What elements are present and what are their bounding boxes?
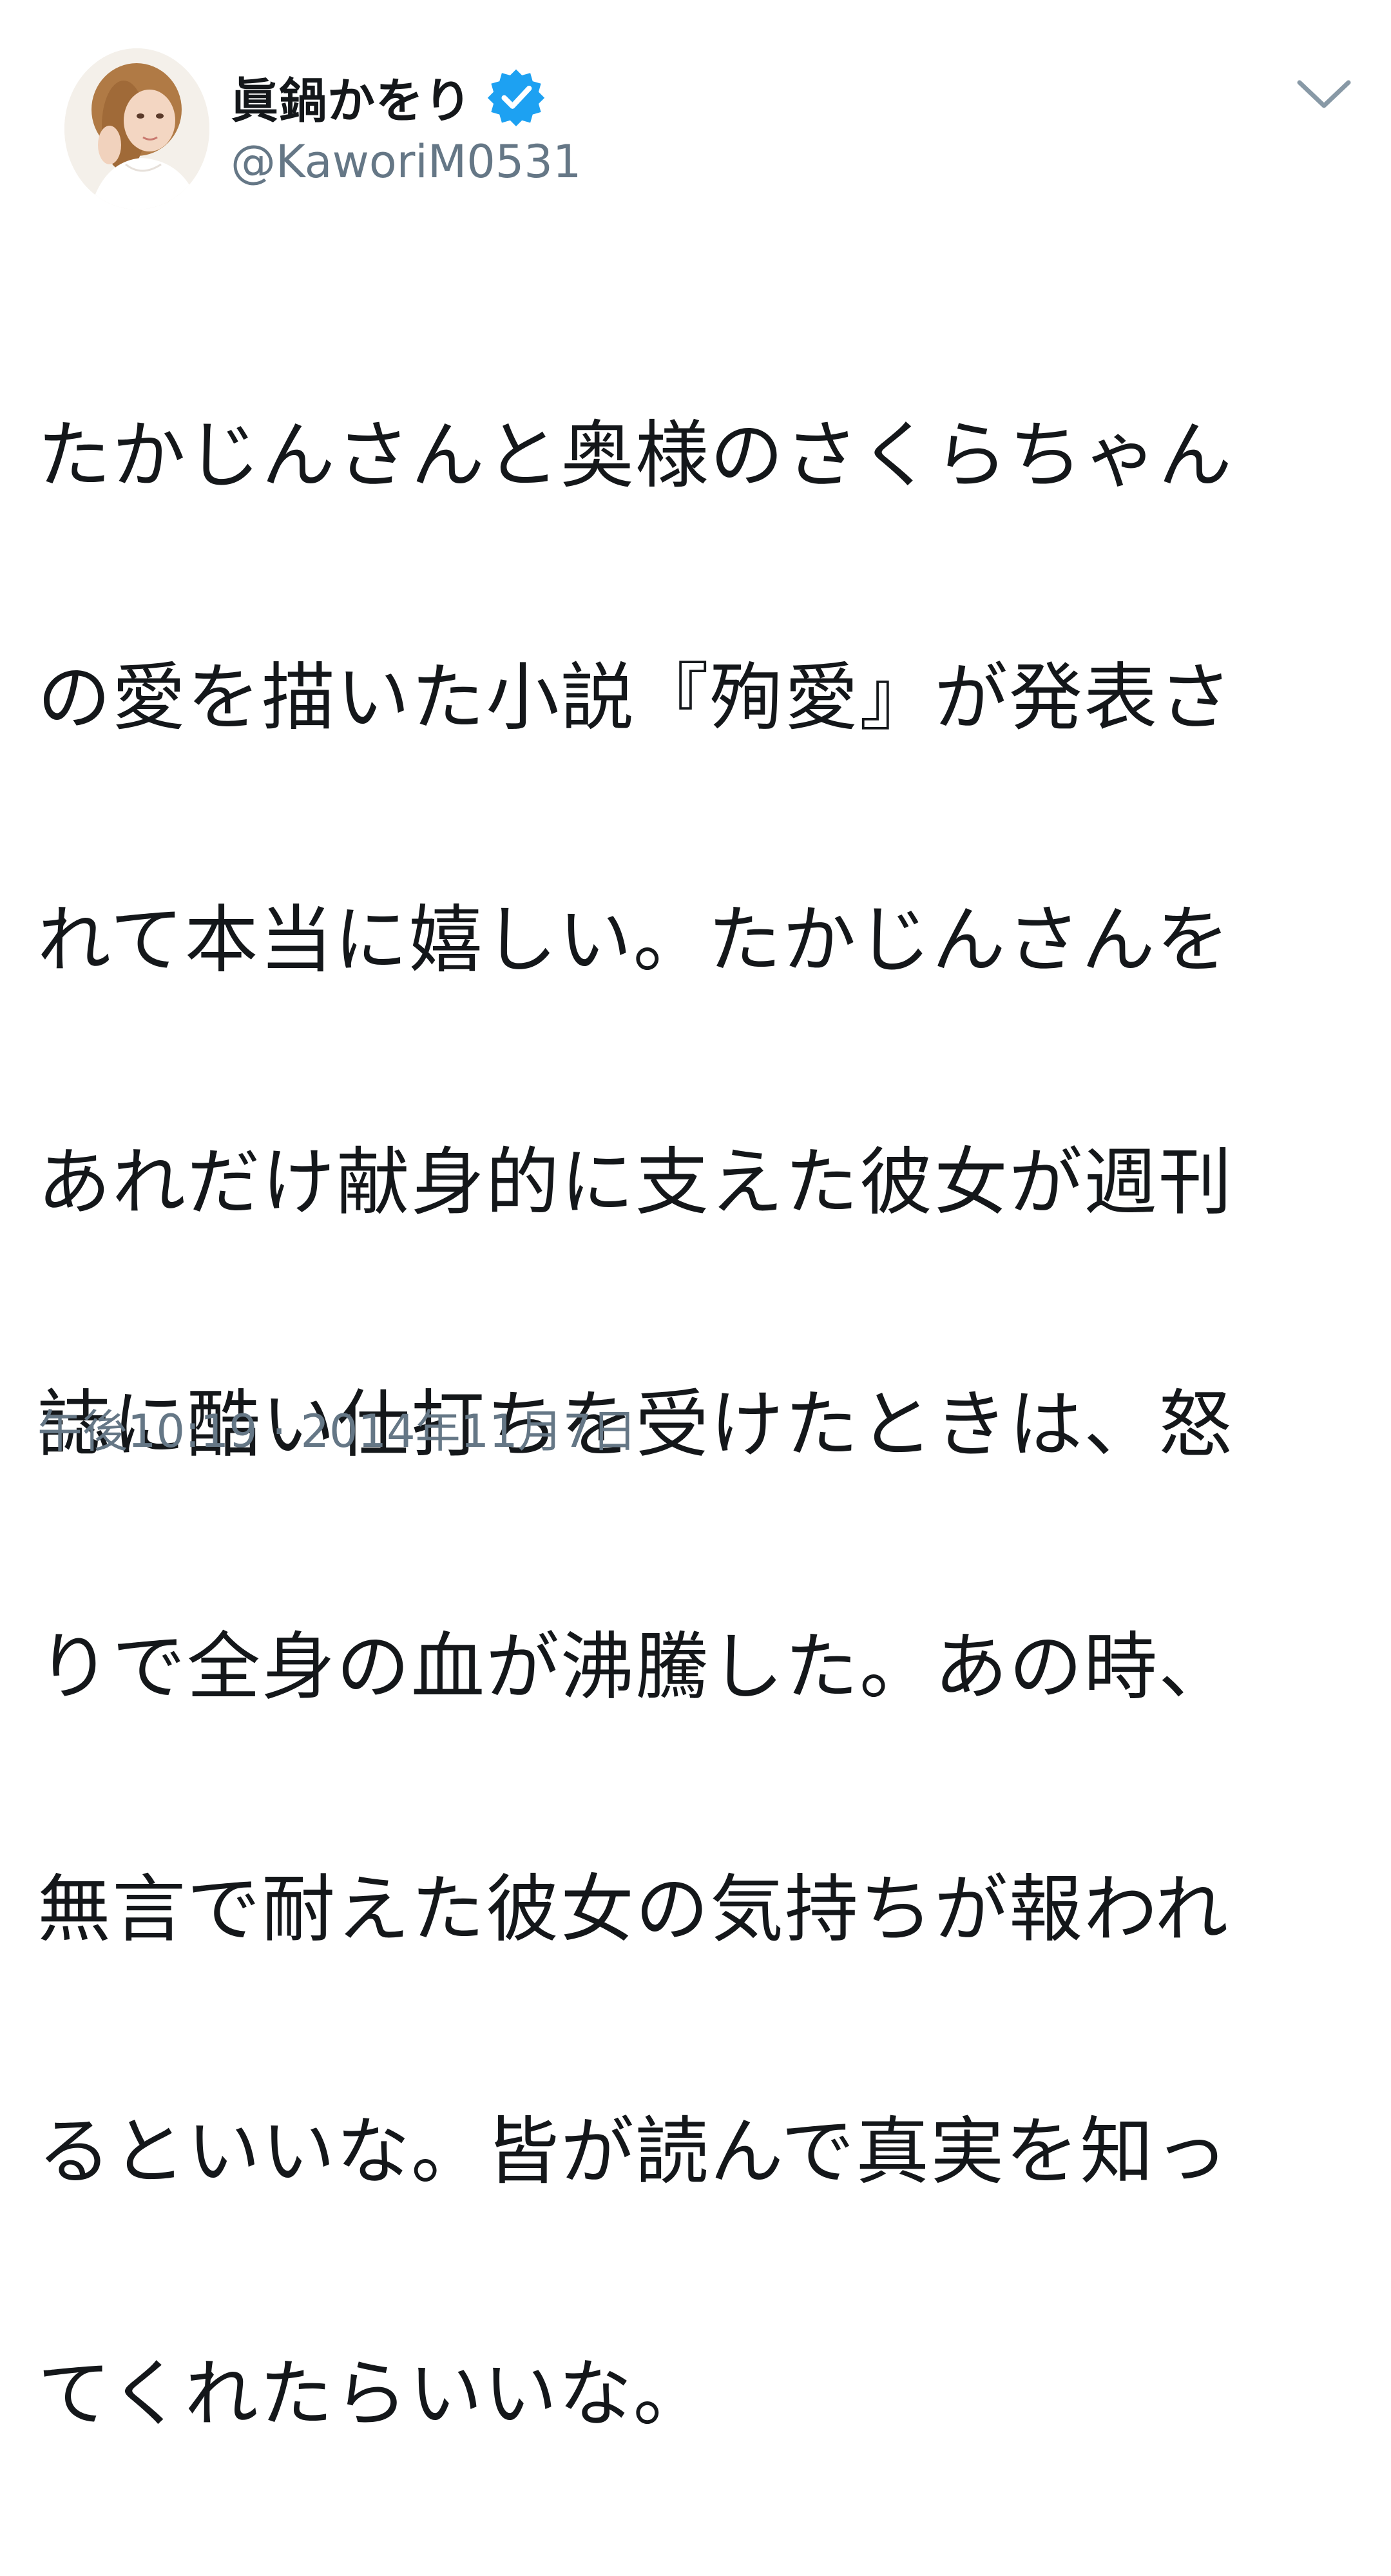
- tweet-text-line: たかじんさんと奥様のさくらちゃん: [37, 412, 1234, 498]
- tweet-text-line: てくれたらいいな。: [37, 2351, 708, 2437]
- display-name[interactable]: 眞鍋かをり: [231, 63, 472, 131]
- tweet-text-line: りで全身の血が沸騰した。あの時、: [37, 1624, 1234, 1710]
- tweet-text-line: 無言で耐えた彼女の気持ちが報われ: [37, 1866, 1230, 1952]
- tweet-text-line: るといいな。皆が読んで真実を知っ: [37, 2109, 1230, 2194]
- chevron-down-icon[interactable]: [1292, 71, 1356, 116]
- tweet-text-line: の愛を描いた小説『殉愛』が発表さ: [37, 655, 1234, 741]
- tweet-text-line: あれだけ献身的に支えた彼女が週刊: [37, 1139, 1234, 1225]
- avatar[interactable]: [64, 48, 209, 209]
- tweet-timestamp[interactable]: 午後10:19 · 2014年11月7日: [37, 1395, 637, 1460]
- user-handle[interactable]: @KaworiM0531: [231, 135, 581, 188]
- tweet-text-line: れて本当に嬉しい。たかじんさんを: [37, 897, 1231, 983]
- avatar-image: [64, 48, 209, 209]
- tweet-card: 眞鍋かをり @KaworiM0531 たかじんさんと奥様のさくらちゃん の愛を描…: [0, 0, 1391, 2437]
- verified-badge-icon: [486, 67, 546, 126]
- author-row: 眞鍋かをり: [231, 61, 546, 132]
